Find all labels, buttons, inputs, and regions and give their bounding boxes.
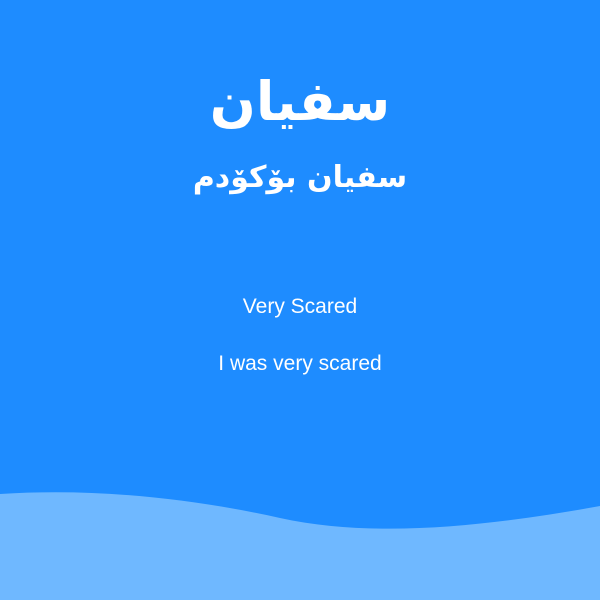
headword-title: سفيان <box>209 70 391 133</box>
translation-text: Very Scared <box>242 295 358 318</box>
example-sentence: I was very scared <box>218 352 382 375</box>
wave-decoration <box>0 492 600 600</box>
headword-phrase: سفيان بۆكۆدم <box>192 160 408 195</box>
wave-shape <box>0 492 600 600</box>
flashcard: سفيان سفيان بۆكۆدم Very Scared I was ver… <box>0 0 600 600</box>
